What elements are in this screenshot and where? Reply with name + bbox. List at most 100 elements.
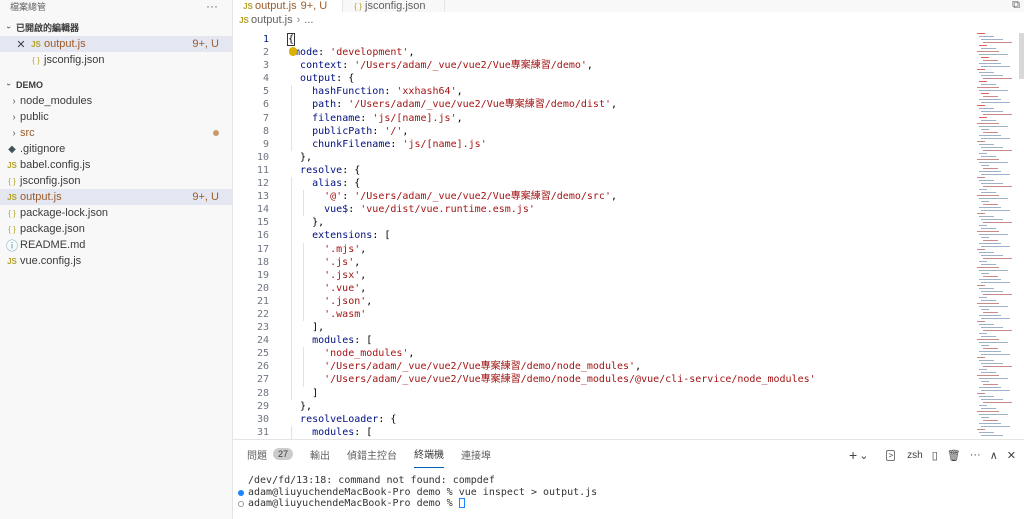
code-line[interactable]: 17 '.mjs', (233, 242, 973, 256)
breadcrumb-file[interactable]: output.js (251, 14, 293, 26)
line-number: 29 (256, 400, 269, 412)
tab-output-js[interactable]: JS output.js 9+, U (233, 0, 343, 12)
tree-item-package-json[interactable]: { } package.json (0, 221, 232, 237)
close-icon[interactable]: ✕ (1007, 449, 1016, 462)
minimap-line (977, 321, 985, 322)
chevron-down-icon[interactable]: ⌄ (859, 449, 868, 462)
minimap-line (983, 150, 1012, 151)
breadcrumb-symbol[interactable]: ... (304, 14, 313, 26)
code-line[interactable]: 4 output: { (233, 72, 973, 85)
tab-terminal[interactable]: 終端機 (414, 440, 445, 468)
code-line[interactable]: 10 }, (233, 151, 973, 164)
tree-item-label: vue.config.js (20, 255, 82, 267)
code-line[interactable]: 14 vue$: 'vue/dist/vue.runtime.esm.js' (233, 203, 973, 217)
code-line[interactable]: 18 '.js', (233, 255, 973, 269)
code-punctuation (288, 296, 324, 307)
code-string: 'development' (330, 47, 409, 59)
terminal-shell-selector[interactable]: > zsh (877, 449, 923, 461)
tree-item-public[interactable]: › public (0, 109, 232, 125)
tab-debug-console[interactable]: 偵錯主控台 (347, 440, 397, 468)
code-punctuation: , (354, 256, 361, 268)
new-terminal-icon[interactable]: + (849, 447, 857, 463)
open-editor-output-js[interactable]: ✕ JS output.js 9+, U (0, 36, 232, 52)
tree-item-output-js[interactable]: JS output.js 9+, U (0, 189, 232, 205)
code-line[interactable]: 25 'node_modules', (233, 347, 973, 361)
minimap[interactable] (975, 33, 1023, 439)
open-editor-jsconfig-json[interactable]: { } jsconfig.json (0, 52, 232, 68)
json-file-icon: { } (354, 1, 362, 11)
tab-problems[interactable]: 問題 27 (247, 440, 294, 468)
tree-item-readme[interactable]: ⓘ README.md (0, 237, 232, 253)
code-line[interactable]: 5 hashFunction: 'xxhash64', (233, 85, 973, 99)
code-punctuation: : { (342, 164, 361, 176)
more-actions-icon[interactable]: ··· (970, 449, 981, 461)
close-icon[interactable]: ✕ (14, 38, 28, 51)
code-line[interactable]: 27 '/Users/adam/_vue/vue2/Vue專案練習/demo/n… (233, 373, 973, 387)
terminal-output[interactable]: /dev/fd/13:18: command not found: compde… (233, 475, 1024, 510)
open-editors-section[interactable]: › 已開啟的編輯器 (0, 19, 232, 36)
command-decoration-icon[interactable] (238, 501, 244, 507)
code-line[interactable]: 1{ (233, 33, 973, 46)
code-punctuation: : (348, 204, 361, 216)
code-punctuation: , (610, 191, 618, 203)
code-text: hashFunction: 'xxhash64', (288, 85, 463, 98)
tree-item-package-lock[interactable]: { } package-lock.json (0, 205, 232, 221)
code-text: ] (288, 387, 318, 400)
minimap-line (977, 51, 999, 52)
code-line[interactable]: 11 resolve: { (233, 164, 973, 177)
code-line[interactable]: 21 '.json', (233, 294, 973, 308)
code-line[interactable]: 28 ] (233, 386, 973, 400)
code-line[interactable]: 23 ], (233, 321, 973, 335)
minimap-line (979, 54, 1008, 55)
code-line[interactable]: 29 }, (233, 400, 973, 413)
explorer-more-icon[interactable]: ··· (206, 0, 218, 12)
maximize-panel-icon[interactable]: ∧ (990, 449, 998, 462)
code-line[interactable]: 20 '.vue', (233, 281, 973, 295)
code-line[interactable]: 22 '.wasm' (233, 307, 973, 322)
minimap-line (981, 129, 989, 130)
code-line[interactable]: 3 context: '/Users/adam/_vue/vue2/Vue專案練… (233, 59, 973, 72)
tree-item-vue-config[interactable]: JS vue.config.js (0, 253, 232, 269)
code-string: 'vue/dist/vue.runtime.esm.js' (360, 204, 535, 216)
minimap-line (979, 270, 1008, 271)
code-line[interactable]: 7 filename: 'js/[name].js', (233, 111, 973, 125)
minimap-line (979, 234, 1008, 235)
code-punctuation: , (408, 47, 415, 59)
code-line[interactable]: 31 modules: [ (233, 425, 973, 439)
code-line[interactable]: 24 modules: [ (233, 334, 973, 348)
code-line[interactable]: 13 '@': '/Users/adam/_vue/vue2/Vue專案練習/d… (233, 190, 973, 204)
json-file-icon: { } (8, 208, 16, 218)
compare-changes-icon[interactable]: ⧉ (1012, 0, 1020, 12)
tab-ports[interactable]: 連接埠 (461, 440, 491, 468)
split-terminal-icon[interactable]: ▯ (932, 449, 938, 462)
minimap-line (979, 216, 994, 217)
code-line[interactable]: 30 resolveLoader: { (233, 413, 973, 426)
code-line[interactable]: 16 extensions: [ (233, 229, 973, 243)
code-line[interactable]: 2 mode: 'development', (233, 46, 973, 59)
tab-output[interactable]: 輸出 (310, 440, 330, 468)
tree-item-gitignore[interactable]: ◆ .gitignore (0, 141, 232, 157)
tree-item-node-modules[interactable]: › node_modules (0, 93, 232, 109)
code-line[interactable]: 26 '/Users/adam/_vue/vue2/Vue專案練習/demo/n… (233, 360, 973, 374)
code-property: context (300, 60, 343, 72)
tree-item-jsconfig[interactable]: { } jsconfig.json (0, 173, 232, 189)
breadcrumb: JS output.js › ... (233, 12, 1024, 28)
tab-jsconfig-json[interactable]: { } jsconfig.json (343, 0, 445, 12)
minimap-line (981, 273, 989, 274)
tree-item-babel-config[interactable]: JS babel.config.js (0, 157, 232, 173)
minimap-line (983, 204, 998, 205)
trash-icon[interactable]: 🗑 (947, 449, 961, 462)
lightbulb-icon[interactable] (289, 47, 297, 57)
code-line[interactable]: 9 chunkFilename: 'js/[name].js' (233, 137, 973, 151)
project-section[interactable]: › DEMO (0, 76, 232, 93)
code-line[interactable]: 15 }, (233, 216, 973, 230)
editor-scrollbar[interactable] (1019, 33, 1024, 79)
tree-item-src[interactable]: › src (0, 125, 232, 141)
code-editor[interactable]: 1{2 mode: 'development', 3 context: '/Use… (233, 33, 973, 439)
code-line[interactable]: 19 '.jsx', (233, 268, 973, 282)
code-line[interactable]: 8 publicPath: '/', (233, 124, 973, 138)
command-decoration-icon[interactable] (238, 489, 244, 496)
line-number: 25 (256, 348, 269, 360)
code-line[interactable]: 6 path: '/Users/adam/_vue/vue2/Vue專案練習/d… (233, 98, 973, 112)
code-line[interactable]: 12 alias: { (233, 177, 973, 191)
